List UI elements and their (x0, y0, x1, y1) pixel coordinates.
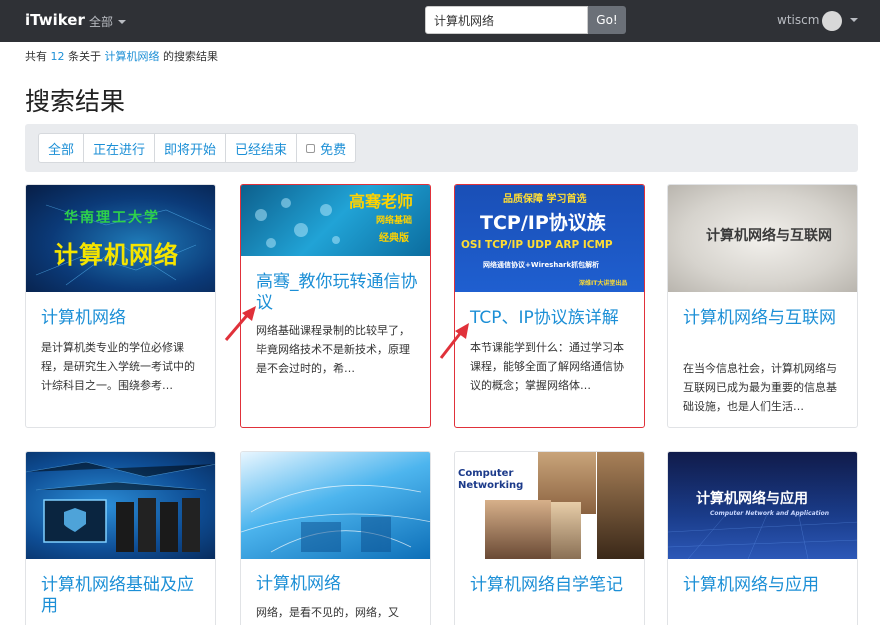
course-thumbnail[interactable] (241, 452, 430, 559)
course-card-highlighted[interactable]: 高骞老师 网络基础 经典版 高骞_教你玩转通信协议 网络基础课程录制的比较早了，… (240, 184, 431, 428)
thumb-line2: Networking (458, 480, 524, 491)
thumb-slogan: 品质保障 学习首选 (503, 194, 587, 205)
thumb-course-en: Computer Network and Application (710, 510, 829, 517)
course-card[interactable]: 计算机网络 网络，是看不见的，网络，又 (240, 451, 431, 625)
thumb-course: 计算机网络与互联网 (706, 228, 832, 244)
course-thumbnail[interactable]: 品质保障 学习首选 TCP/IP协议族 OSI TCP/IP UDP ARP I… (455, 185, 644, 292)
course-desc: 网络基础课程录制的比较早了，毕竟网络技术不是新技术，原理是不会过时的，希… (256, 324, 410, 375)
thumb-school: 华南理工大学 (64, 210, 160, 226)
filter-ended[interactable]: 已经结束 (226, 134, 298, 162)
course-title[interactable]: 计算机网络基础及应用 (41, 575, 206, 617)
chevron-down-icon (118, 20, 127, 24)
annotation-arrow-icon (439, 323, 469, 359)
course-title[interactable]: 高骞_教你玩转通信协议 (256, 272, 421, 314)
thumb-course: TCP/IP协议族 (480, 212, 606, 234)
course-desc: 本节课能学到什么：通过学习本课程，能够全面了解网络通信协议的概念；掌握网络体… (470, 341, 624, 392)
photo-2 (485, 500, 551, 559)
course-thumbnail[interactable]: 高骞老师 网络基础 经典版 (241, 185, 430, 256)
page-title: 搜索结果 (25, 87, 126, 116)
search-input[interactable] (425, 6, 588, 34)
annotation-arrow-icon (224, 306, 256, 341)
course-thumbnail[interactable]: Computer Networking (455, 452, 644, 559)
course-desc: 是计算机类专业的学位必修课程，是研究生入学统一考试中的计综科目之一。围绕参考… (41, 341, 195, 392)
course-desc: 网络，是看不见的，网络，又 (256, 606, 399, 619)
filter-all[interactable]: 全部 (39, 134, 85, 162)
filter-ongoing[interactable]: 正在进行 (84, 134, 156, 162)
username[interactable]: wtiscm (777, 13, 819, 27)
thumb-tagline: 网络通信协议+Wireshark抓包解析 (483, 261, 600, 269)
course-title[interactable]: 计算机网络 (41, 308, 126, 329)
course-card[interactable]: Computer Networking 计算机网络自学笔记 (454, 451, 645, 625)
thumb-protocols: OSI TCP/IP UDP ARP ICMP (461, 239, 613, 251)
search-summary: 共有 12 条关于 计算机网络 的搜索结果 (25, 50, 218, 63)
filter-group: 全部 正在进行 即将开始 已经结束 免费 (38, 133, 357, 163)
filter-free-label: 免费 (320, 142, 347, 158)
top-navbar: iTwiker 全部 Go! wtiscm (0, 0, 880, 42)
thumb-line1: Computer (458, 468, 514, 479)
free-checkbox[interactable] (306, 143, 316, 153)
brand-logo[interactable]: iTwiker (25, 11, 85, 29)
thumb-sub2: 经典版 (379, 233, 409, 244)
result-count: 12 (50, 50, 65, 63)
course-thumbnail[interactable] (26, 452, 215, 559)
course-card[interactable]: 计算机网络与应用 Computer Network and Applicatio… (667, 451, 858, 625)
course-thumbnail[interactable]: 计算机网络与应用 Computer Network and Applicatio… (668, 452, 857, 559)
course-desc: 在当今信息社会，计算机网络与互联网已成为最为重要的信息基础设施，也是人们生活… (683, 362, 837, 413)
course-thumbnail[interactable]: 华南理工大学 计算机网络 (26, 185, 215, 292)
thumb-course: 计算机网络与应用 (696, 491, 808, 507)
thumb-teacher: 高骞老师 (349, 192, 414, 211)
avatar[interactable] (822, 11, 842, 31)
course-title[interactable]: 计算机网络自学笔记 (470, 575, 635, 596)
filter-free[interactable]: 免费 (297, 134, 355, 162)
thumb-sub1: 网络基础 (376, 216, 413, 226)
filter-upcoming[interactable]: 即将开始 (155, 134, 227, 162)
course-card[interactable]: 计算机网络基础及应用 (25, 451, 216, 625)
search-button[interactable]: Go! (588, 6, 626, 34)
course-thumbnail[interactable]: 计算机网络与互联网 (668, 185, 857, 292)
photo-4 (597, 452, 644, 559)
category-label: 全部 (89, 15, 114, 29)
course-title[interactable]: 计算机网络 (256, 574, 341, 595)
filter-bar: 全部 正在进行 即将开始 已经结束 免费 (25, 124, 858, 172)
user-menu-chevron-icon[interactable] (850, 18, 858, 22)
search-keyword[interactable]: 计算机网络 (105, 50, 160, 63)
category-dropdown[interactable]: 全部 (89, 13, 127, 30)
photo-3 (551, 502, 581, 559)
course-title[interactable]: 计算机网络与应用 (683, 575, 819, 596)
course-card[interactable]: 华南理工大学 计算机网络 计算机网络 是计算机类专业的学位必修课程，是研究生入学… (25, 184, 216, 428)
network-graphic (241, 484, 430, 553)
thumb-publisher: 深维IT大讲堂出品 (579, 280, 628, 287)
server-graphic (26, 461, 215, 552)
thumb-course: 计算机网络 (54, 241, 179, 269)
course-title[interactable]: TCP、IP协议族详解 (470, 308, 619, 329)
course-card-highlighted[interactable]: 品质保障 学习首选 TCP/IP协议族 OSI TCP/IP UDP ARP I… (454, 184, 645, 428)
course-title[interactable]: 计算机网络与互联网 (683, 308, 848, 329)
course-card[interactable]: 计算机网络与互联网 计算机网络与互联网 在当今信息社会，计算机网络与互联网已成为… (667, 184, 858, 428)
